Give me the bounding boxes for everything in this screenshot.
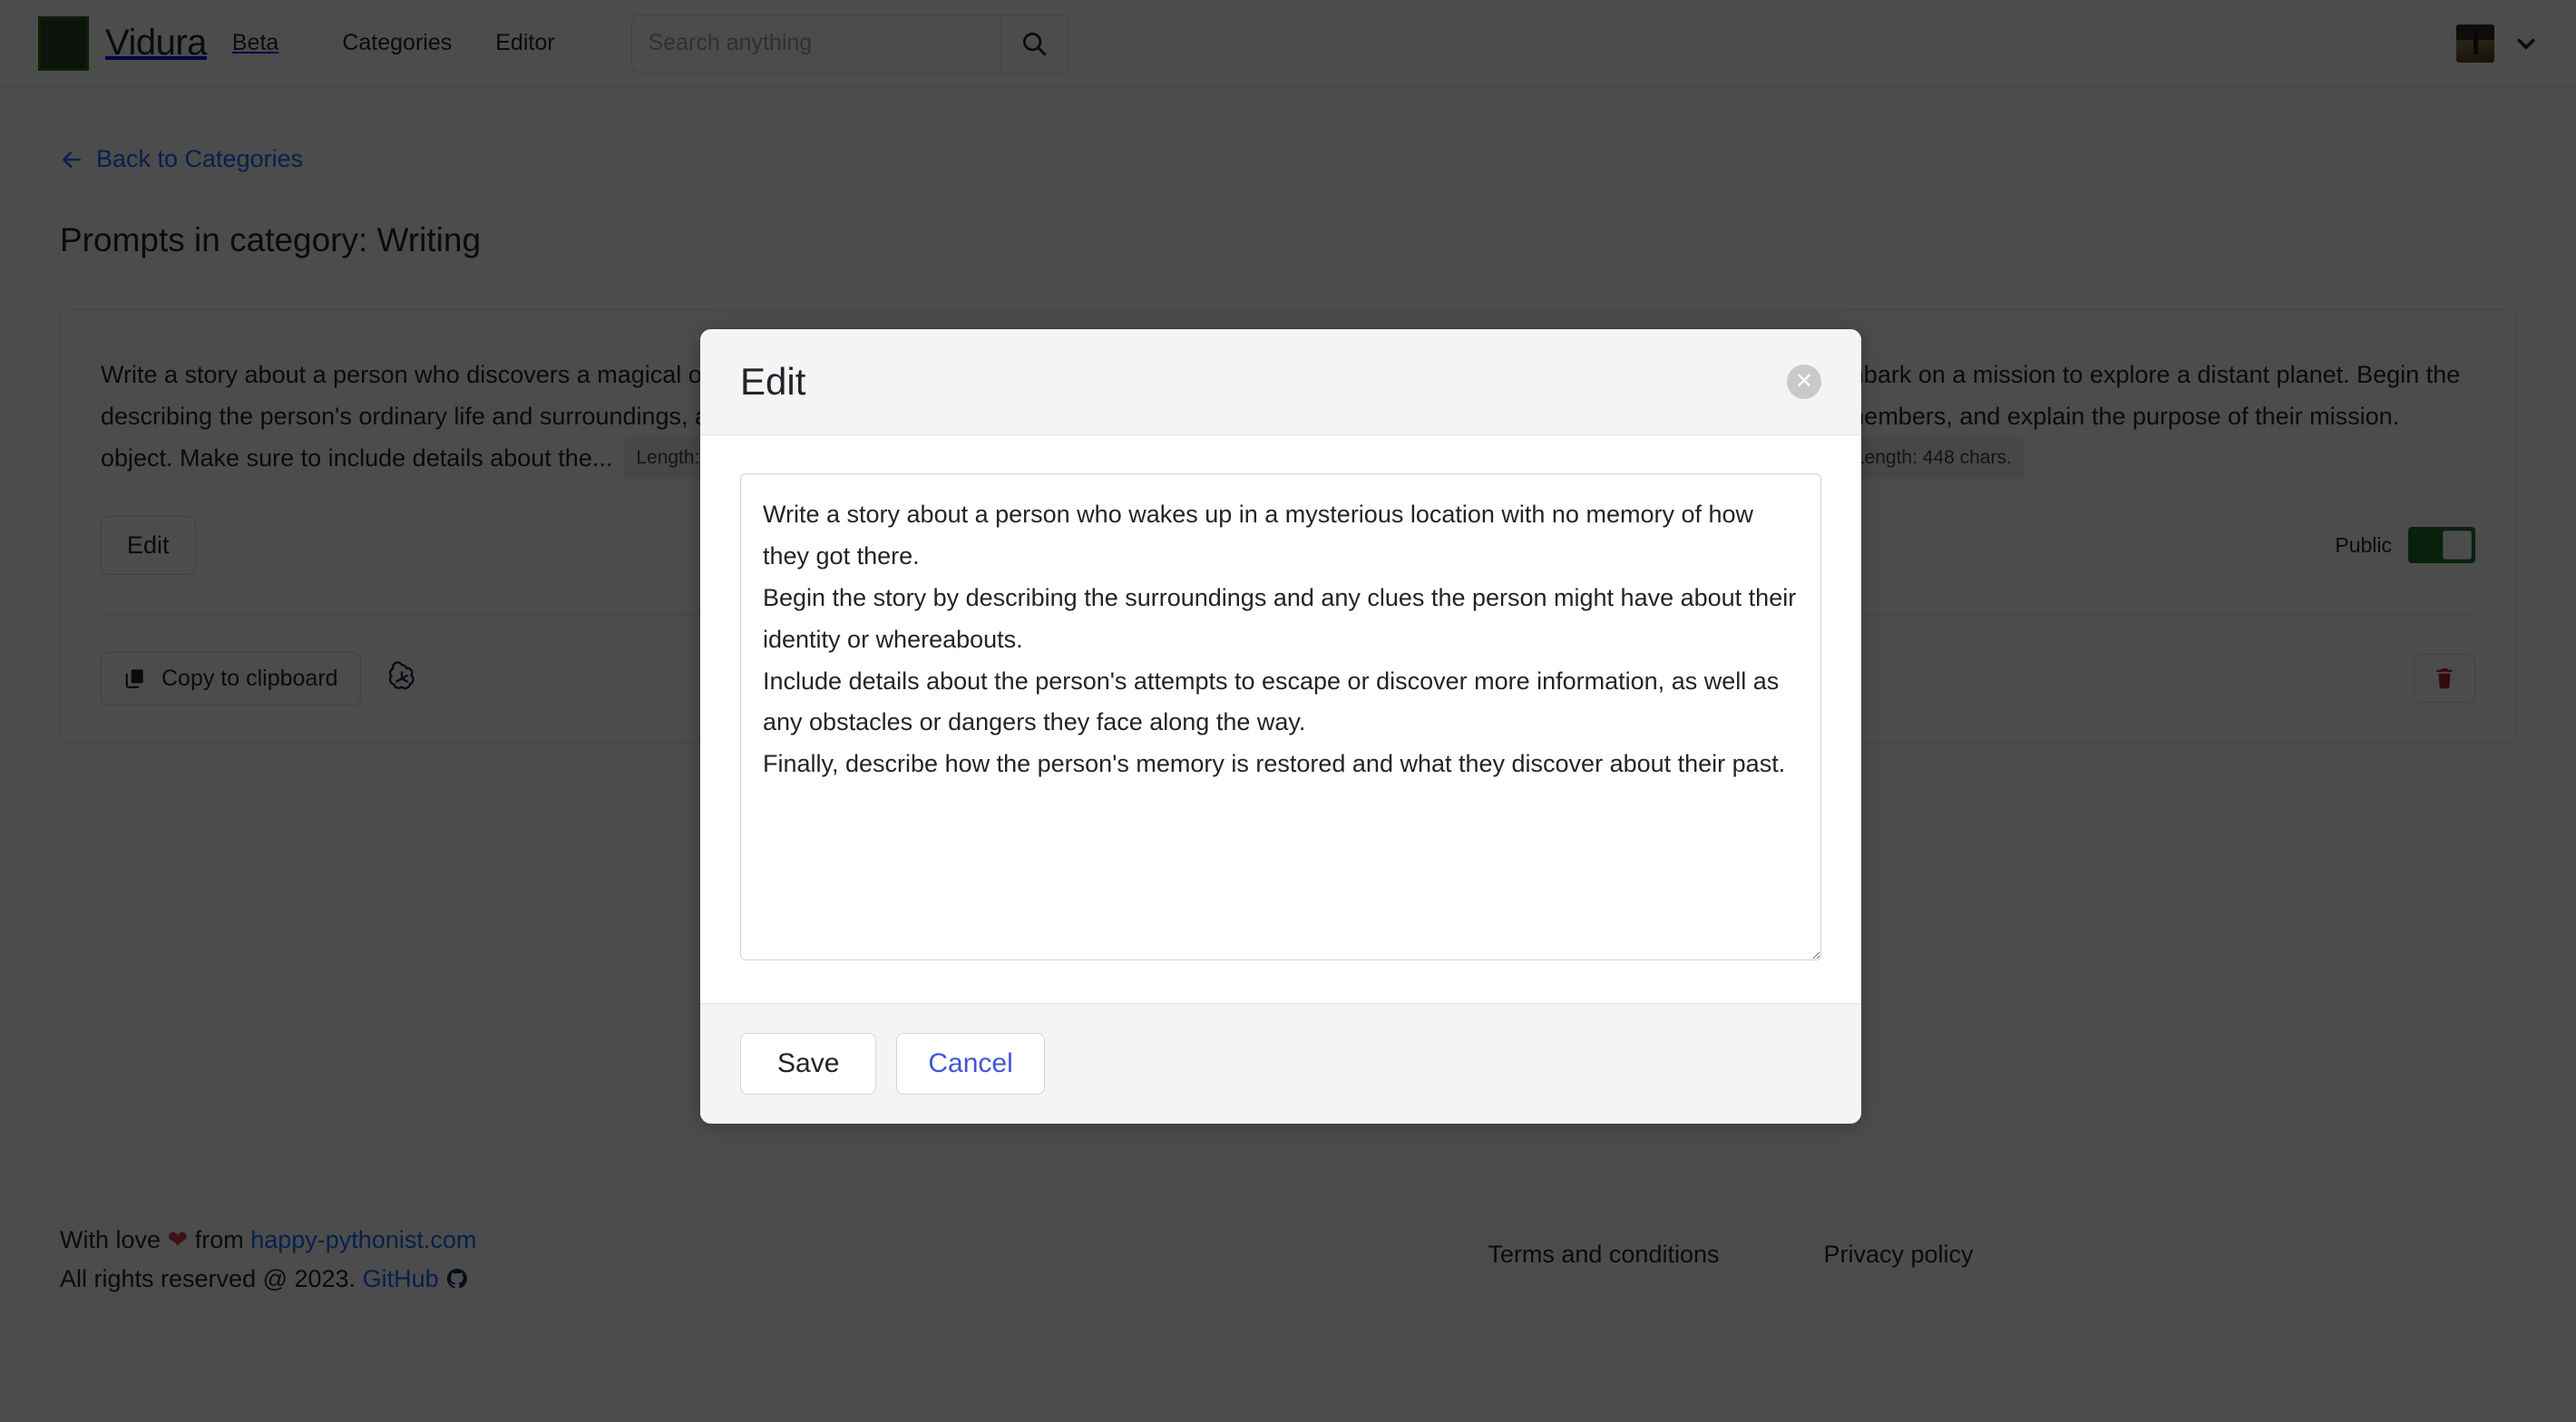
- modal-footer: Save Cancel: [700, 1003, 1861, 1124]
- edit-prompt-modal: Edit ✕ Save Cancel: [700, 329, 1861, 1124]
- modal-header: Edit ✕: [700, 329, 1861, 435]
- close-icon[interactable]: ✕: [1787, 365, 1821, 399]
- modal-title: Edit: [740, 360, 806, 403]
- modal-body: [700, 435, 1861, 1003]
- prompt-textarea[interactable]: [740, 473, 1821, 960]
- cancel-button[interactable]: Cancel: [896, 1033, 1045, 1095]
- save-button[interactable]: Save: [740, 1033, 877, 1095]
